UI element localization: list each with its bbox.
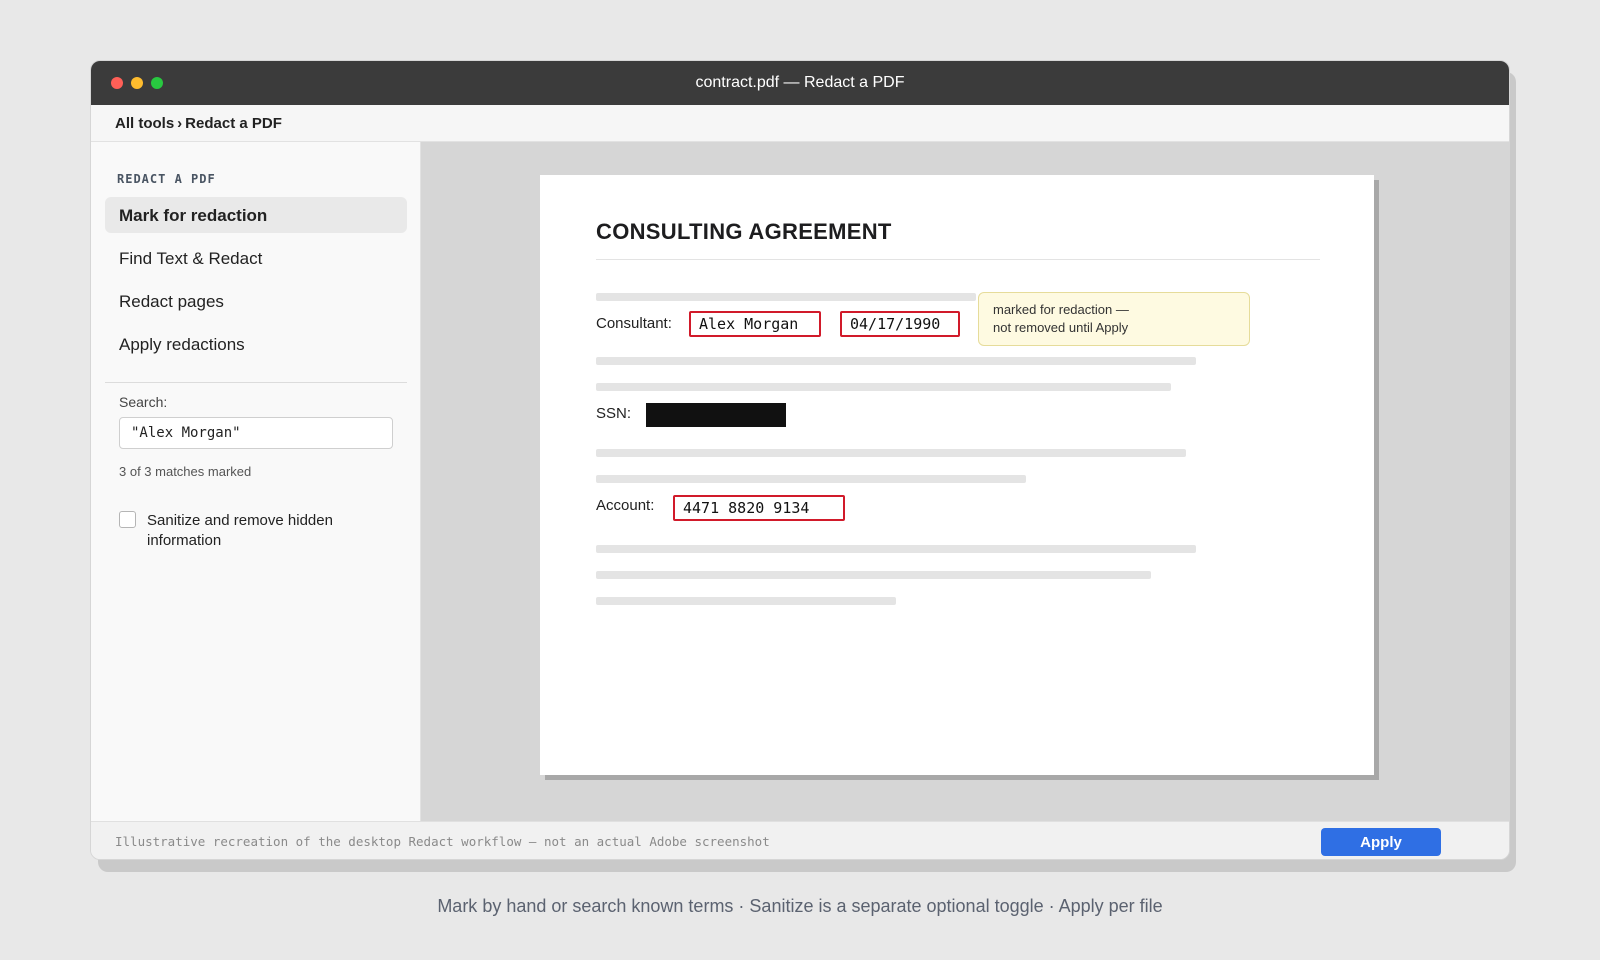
sidebar-item-mark-for-redaction[interactable]: Mark for redaction xyxy=(105,197,407,233)
sidebar-item-label: Redact pages xyxy=(119,292,224,311)
tooltip-line-1: marked for redaction — xyxy=(993,302,1129,317)
tooltip-line-2: not removed until Apply xyxy=(993,320,1129,335)
text-placeholder-line xyxy=(596,545,1196,553)
footer-bar: Illustrative recreation of the desktop R… xyxy=(91,821,1509,859)
document-title: CONSULTING AGREEMENT xyxy=(596,219,892,244)
account-label: Account: xyxy=(596,497,655,514)
sidebar-item-apply-redactions[interactable]: Apply redactions xyxy=(105,326,407,362)
sidebar-item-label: Apply redactions xyxy=(119,335,245,354)
redaction-mark-account[interactable]: 4471 8820 9134 xyxy=(673,495,845,521)
app-window: contract.pdf — Redact a PDF All tools › Re… xyxy=(90,60,1510,860)
breadcrumb-bar: All tools › Redact a PDF xyxy=(91,105,1509,142)
text-placeholder-line xyxy=(596,357,1196,365)
title-divider xyxy=(596,259,1320,260)
sidebar-item-label: Find Text & Redact xyxy=(119,249,263,268)
redaction-mark-dob[interactable]: 04/17/1990 xyxy=(840,311,960,337)
breadcrumb: All tools › Redact a PDF xyxy=(115,115,282,132)
text-placeholder-line xyxy=(596,597,896,605)
figure-caption: Mark by hand or search known terms · San… xyxy=(437,896,1163,916)
sidebar-heading: REDACT A PDF xyxy=(117,172,216,186)
breadcrumb-current: Redact a PDF xyxy=(185,115,282,132)
text-placeholder-line xyxy=(596,475,1026,483)
sidebar: REDACT A PDF Mark for redaction Find Tex… xyxy=(91,142,421,821)
search-label: Search: xyxy=(119,394,168,410)
consultant-label: Consultant: xyxy=(596,315,672,332)
breadcrumb-all-tools[interactable]: All tools xyxy=(115,115,174,132)
text-placeholder-line xyxy=(596,293,976,301)
text-placeholder-line xyxy=(596,383,1171,391)
document-viewer: CONSULTING AGREEMENT Consultant: Alex Mo… xyxy=(421,142,1509,821)
sanitize-checkbox[interactable] xyxy=(119,511,136,528)
sidebar-item-find-text-redact[interactable]: Find Text & Redact xyxy=(105,240,407,276)
title-bar: contract.pdf — Redact a PDF xyxy=(91,61,1509,105)
search-input[interactable] xyxy=(119,417,393,449)
apply-button[interactable]: Apply xyxy=(1321,828,1441,856)
redaction-tooltip: marked for redaction — not removed until… xyxy=(978,292,1250,346)
sanitize-label[interactable]: Sanitize and remove hidden information xyxy=(147,511,337,551)
text-placeholder-line xyxy=(596,449,1186,457)
pdf-page: CONSULTING AGREEMENT Consultant: Alex Mo… xyxy=(540,175,1374,775)
sidebar-item-redact-pages[interactable]: Redact pages xyxy=(105,283,407,319)
redaction-mark-name[interactable]: Alex Morgan xyxy=(689,311,821,337)
text-placeholder-line xyxy=(596,571,1151,579)
breadcrumb-separator: › xyxy=(177,115,183,132)
sidebar-divider xyxy=(105,382,407,383)
window-title: contract.pdf — Redact a PDF xyxy=(695,74,905,91)
footer-note: Illustrative recreation of the desktop R… xyxy=(115,834,770,849)
ssn-label: SSN: xyxy=(596,405,632,422)
sidebar-item-label: Mark for redaction xyxy=(119,206,268,225)
match-count: 3 of 3 matches marked xyxy=(119,464,252,479)
redacted-ssn-block[interactable] xyxy=(646,403,786,427)
